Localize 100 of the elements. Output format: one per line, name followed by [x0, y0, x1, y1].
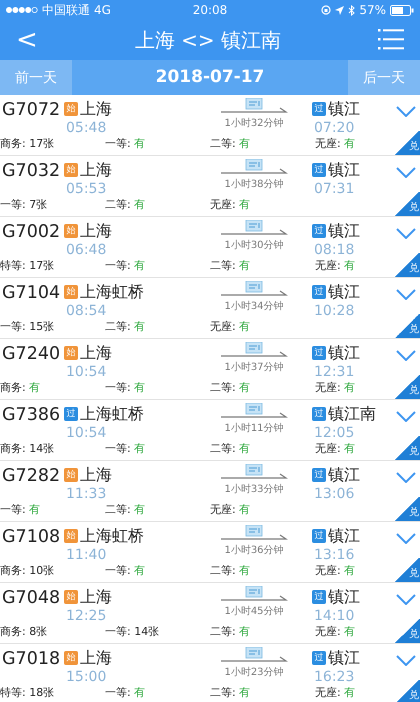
arrival-time: 16:23: [314, 669, 356, 685]
seat-availability: 一等: 有: [105, 563, 146, 578]
station-badge: 始: [64, 224, 78, 238]
seat-availability: 无座: 有: [210, 197, 252, 212]
station-badge: 始: [64, 163, 78, 177]
departure-time: 11:33: [66, 486, 108, 502]
chevron-down-icon[interactable]: [396, 411, 416, 422]
seat-availability: 一等: 有: [105, 136, 146, 151]
exchange-tag[interactable]: 兑: [394, 253, 420, 277]
exchange-tag[interactable]: 兑: [394, 314, 420, 338]
seat-availability: 一等: 有: [105, 441, 146, 456]
exchange-tag[interactable]: 兑: [394, 497, 420, 521]
station-badge: 始: [64, 285, 78, 299]
exchange-tag[interactable]: 兑: [394, 436, 420, 460]
carrier: 中国联通: [42, 2, 90, 18]
seat-availability: 一等: 有: [0, 502, 42, 517]
exchange-tag[interactable]: 兑: [394, 375, 420, 399]
network-type: 4G: [94, 3, 111, 17]
train-row[interactable]: G7108 始 上海虹桥 11:40 1小时36分钟 过 镇江 13:16 商务: 10张 一等: 有 二等: 有 无座: 有 兑: [0, 522, 420, 583]
train-number: G7240: [1, 343, 62, 366]
seat-availability: 一等: 7张: [0, 197, 48, 212]
next-day-button[interactable]: 后一天: [348, 60, 420, 95]
seat-availability: 二等: 有: [210, 624, 252, 639]
exchange-tag[interactable]: 兑: [394, 558, 420, 582]
train-row[interactable]: G7048 始 上海 12:25 1小时45分钟 过 镇江 14:10 商务: 8张 一等: 14张 二等: 有 无座: 有 兑: [0, 583, 420, 644]
chevron-down-icon[interactable]: [396, 228, 416, 239]
arrival-time: 12:31: [314, 364, 356, 380]
train-row[interactable]: G7104 始 上海虹桥 08:54 1小时34分钟 过 镇江 10:28 一等: 15张 二等: 有 无座: 有 兑: [0, 278, 420, 339]
arrival-time: 07:20: [314, 120, 356, 136]
train-number: G7048: [1, 587, 62, 610]
station-name: 镇江南: [328, 403, 376, 425]
seat-availability: 一等: 有: [105, 258, 146, 273]
seat-availability: 二等: 有: [210, 136, 252, 151]
station-name: 镇江: [328, 647, 360, 669]
chevron-down-icon[interactable]: [396, 594, 416, 605]
station-name: 上海虹桥: [80, 281, 144, 303]
train-row[interactable]: G7002 始 上海 06:48 1小时30分钟 过 镇江 08:18 特等: 17张 一等: 有 二等: 有 无座: 有 兑: [0, 217, 420, 278]
train-row[interactable]: G7240 始 上海 10:54 1小时37分钟 过 镇江 12:31 商务: 有 一等: 有 二等: 有 无座: 有 兑: [0, 339, 420, 400]
departure-time: 05:48: [66, 120, 108, 136]
station-name: 镇江: [328, 98, 360, 120]
back-button[interactable]: <: [10, 25, 44, 55]
seat-availability: 无座: 有: [315, 685, 356, 700]
station-badge: 始: [64, 590, 78, 604]
previous-day-button[interactable]: 前一天: [0, 60, 72, 95]
station-name: 镇江: [328, 281, 360, 303]
seat-availability: 商务: 有: [0, 380, 42, 395]
station-badge: 过: [312, 590, 326, 604]
train-row[interactable]: G7072 始 上海 05:48 1小时32分钟 过 镇江 07:20 商务: 17张 一等: 有 二等: 有 无座: 有 兑: [0, 95, 420, 156]
chevron-down-icon[interactable]: [396, 350, 416, 361]
chevron-down-icon[interactable]: [396, 289, 416, 300]
station-name: 镇江: [328, 464, 360, 486]
station-name: 上海: [80, 220, 112, 242]
seat-availability: 二等: 有: [105, 197, 146, 212]
seat-availability: 一等: 有: [105, 380, 146, 395]
seat-availability: 特等: 18张: [0, 685, 56, 700]
seat-availability: 无座: 有: [210, 502, 252, 517]
departure-time: 08:54: [66, 303, 108, 319]
chevron-down-icon[interactable]: [396, 167, 416, 178]
train-number: G7108: [1, 526, 62, 549]
train-row[interactable]: G7018 始 上海 15:00 1小时23分钟 过 镇江 16:23 特等: 18张 一等: 有 二等: 有 无座: 有 兑: [0, 644, 420, 702]
station-name: 上海: [80, 586, 112, 608]
station-badge: 过: [312, 102, 326, 116]
exchange-tag[interactable]: 兑: [394, 680, 420, 702]
date-label: 2018-07-17: [154, 66, 266, 89]
duration: 1小时30分钟: [224, 238, 284, 252]
station-name: 镇江: [328, 525, 360, 547]
station-badge: 始: [64, 346, 78, 360]
seat-availability: 二等: 有: [210, 380, 252, 395]
train-number: G7282: [1, 465, 62, 488]
chevron-down-icon[interactable]: [396, 533, 416, 544]
arrival-time: 14:10: [314, 608, 356, 624]
seat-availability: 一等: 有: [105, 685, 146, 700]
station-badge: 始: [64, 651, 78, 665]
chevron-down-icon[interactable]: [396, 106, 416, 117]
station-badge: 过: [312, 285, 326, 299]
exchange-tag[interactable]: 兑: [394, 131, 420, 155]
seat-availability: 商务: 8张: [0, 624, 48, 639]
duration: 1小时36分钟: [224, 544, 284, 557]
train-row[interactable]: G7386 过 上海虹桥 10:54 1小时11分钟 过 镇江南 12:05 商务: 14张 一等: 有 二等: 有 无座: 有 兑: [0, 400, 420, 461]
train-row[interactable]: G7282 始 上海 11:33 1小时33分钟 过 镇江 13:06 一等: 有 二等: 有 无座: 有 兑: [0, 461, 420, 522]
seat-availability: 二等: 有: [105, 319, 146, 334]
seat-availability: 商务: 10张: [0, 563, 56, 578]
seat-availability: 商务: 17张: [0, 136, 56, 151]
chevron-down-icon[interactable]: [396, 472, 416, 483]
station-name: 上海: [80, 647, 112, 669]
exchange-tag[interactable]: 兑: [394, 192, 420, 216]
arrival-time: 07:31: [314, 181, 356, 197]
station-badge: 始: [64, 468, 78, 482]
seat-availability: 二等: 有: [210, 685, 252, 700]
arrival-time: 13:06: [314, 486, 356, 502]
seat-availability: 二等: 有: [210, 563, 252, 578]
station-name: 上海: [80, 98, 112, 120]
station-name: 上海: [80, 342, 112, 364]
train-number: G7386: [1, 404, 62, 427]
page-title: 上海 <> 镇江南: [134, 26, 282, 54]
departure-time: 10:54: [66, 364, 108, 380]
arrival-time: 12:05: [314, 425, 356, 441]
chevron-down-icon[interactable]: [396, 655, 416, 666]
exchange-tag[interactable]: 兑: [394, 619, 420, 643]
train-row[interactable]: G7032 始 上海 05:53 1小时38分钟 过 镇江 07:31 一等: 7张 二等: 有 无座: 有 兑: [0, 156, 420, 217]
